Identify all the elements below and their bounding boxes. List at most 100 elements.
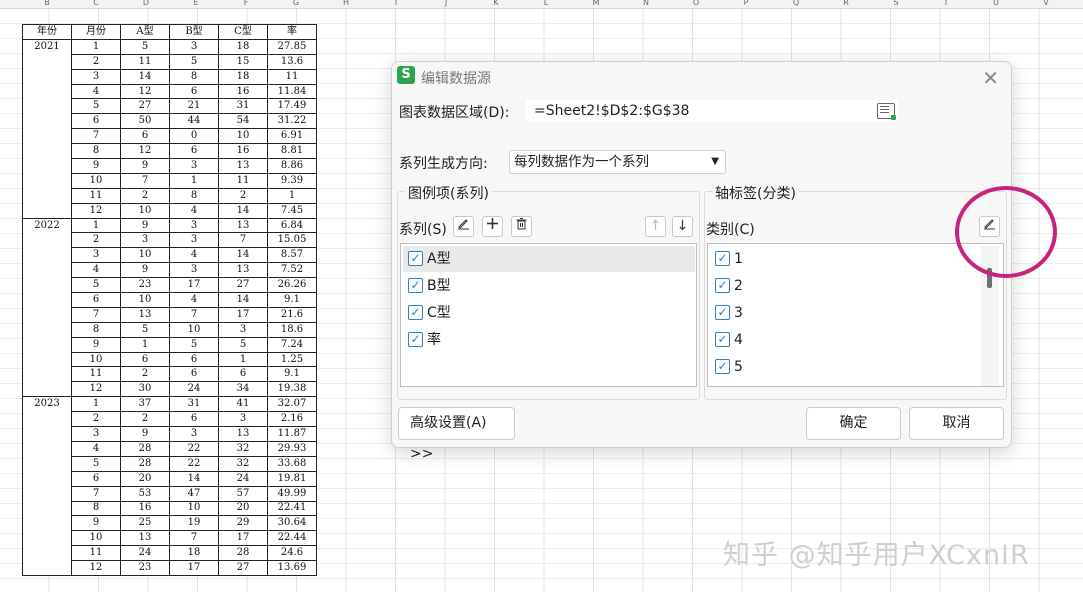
cell-type-b[interactable]: 3 <box>169 38 219 55</box>
cell-type-c[interactable]: 32 <box>218 455 268 472</box>
cell-type-a[interactable]: 12 <box>120 143 170 160</box>
cell-type-c[interactable]: 57 <box>218 485 268 502</box>
cell-type-c[interactable]: 15 <box>218 53 268 70</box>
cell-month[interactable]: 8 <box>71 500 121 517</box>
cell-month[interactable]: 12 <box>71 560 121 576</box>
cell-type-c[interactable]: 13 <box>218 262 268 279</box>
cell-month[interactable]: 11 <box>71 187 121 204</box>
cell-type-c[interactable]: 28 <box>218 545 268 562</box>
cell-type-b[interactable]: 44 <box>169 113 219 130</box>
cell-type-b[interactable]: 3 <box>169 158 219 174</box>
cell-type-b[interactable]: 10 <box>169 321 219 338</box>
cell-type-c[interactable]: 3 <box>218 321 268 338</box>
cell-year[interactable] <box>22 456 72 472</box>
cell-type-b[interactable]: 7 <box>169 306 219 323</box>
cell-month[interactable]: 10 <box>71 172 121 189</box>
cell-rate[interactable]: 15.05 <box>267 232 317 249</box>
checkmark-icon[interactable]: ✓ <box>408 278 423 293</box>
checkmark-icon[interactable]: ✓ <box>715 305 730 320</box>
advanced-settings-button[interactable]: 高级设置(A) >> <box>398 407 515 462</box>
column-letter[interactable]: U <box>993 0 999 7</box>
cell-year[interactable]: 2023 <box>22 396 72 412</box>
cell-type-b[interactable]: 17 <box>169 560 219 576</box>
cell-type-a[interactable]: 28 <box>120 440 170 457</box>
cell-month[interactable]: 9 <box>71 515 121 532</box>
category-list-item[interactable]: ✓ 4 <box>710 327 978 353</box>
cell-type-c[interactable]: 27 <box>218 277 268 294</box>
series-list-item[interactable]: ✓ 率 <box>403 327 695 353</box>
cell-type-a[interactable]: 37 <box>120 396 170 413</box>
cell-rate[interactable]: 49.99 <box>267 485 317 502</box>
cell-type-c[interactable]: 17 <box>218 530 268 547</box>
cell-type-a[interactable]: 24 <box>120 545 170 562</box>
cell-type-b[interactable]: 3 <box>169 232 219 249</box>
cell-rate[interactable]: 11.84 <box>267 83 317 100</box>
cell-year[interactable] <box>22 54 72 70</box>
cell-type-a[interactable]: 10 <box>120 202 170 219</box>
cell-year[interactable] <box>22 128 72 144</box>
cell-year[interactable] <box>22 84 72 99</box>
cell-type-c[interactable]: 31 <box>218 98 268 115</box>
category-list-item[interactable]: ✓ 1 <box>710 246 978 272</box>
cell-month[interactable]: 5 <box>71 455 121 472</box>
series-list-item[interactable]: ✓ C型 <box>403 300 695 326</box>
cell-type-a[interactable]: 9 <box>120 262 170 279</box>
category-listbox[interactable]: ✓ 1 ✓ 2 ✓ 3 ✓ 4 ✓ 5 <box>707 243 1004 387</box>
column-letter[interactable]: C <box>93 0 99 7</box>
column-letter[interactable]: I <box>395 0 397 7</box>
ok-button[interactable]: 确定 <box>806 407 901 440</box>
series-list-item[interactable]: ✓ A型 <box>403 246 695 272</box>
cell-type-b[interactable]: 3 <box>169 262 219 279</box>
move-series-down-button[interactable]: ↓ <box>672 216 693 237</box>
header-month[interactable]: 月份 <box>71 24 121 40</box>
checkmark-icon[interactable]: ✓ <box>408 332 423 347</box>
cell-type-a[interactable]: 9 <box>120 158 170 174</box>
cell-type-c[interactable]: 18 <box>218 68 268 85</box>
cell-type-c[interactable]: 54 <box>218 113 268 130</box>
cell-rate[interactable]: 24.6 <box>267 545 317 562</box>
cell-month[interactable]: 10 <box>71 351 121 368</box>
column-letter[interactable]: K <box>493 0 498 7</box>
header-type-c[interactable]: C型 <box>218 24 268 40</box>
cell-month[interactable]: 1 <box>71 396 121 413</box>
column-letter[interactable]: N <box>643 0 649 7</box>
cell-type-b[interactable]: 8 <box>169 187 219 204</box>
header-type-b[interactable]: B型 <box>169 24 219 40</box>
cell-month[interactable]: 2 <box>71 53 121 70</box>
add-series-button[interactable] <box>482 216 503 237</box>
cell-month[interactable]: 9 <box>71 158 121 174</box>
cell-type-b[interactable]: 3 <box>169 217 219 234</box>
cell-type-a[interactable]: 13 <box>120 306 170 323</box>
cell-year[interactable] <box>22 262 72 278</box>
cell-rate[interactable]: 21.6 <box>267 306 317 323</box>
cell-type-b[interactable]: 4 <box>169 247 219 264</box>
cell-rate[interactable]: 13.69 <box>267 560 317 576</box>
checkmark-icon[interactable]: ✓ <box>715 251 730 266</box>
cell-rate[interactable]: 8.86 <box>267 158 317 174</box>
cell-year[interactable] <box>22 69 72 85</box>
cell-type-c[interactable]: 13 <box>218 158 268 174</box>
cell-rate[interactable]: 33.68 <box>267 455 317 472</box>
cell-type-a[interactable]: 23 <box>120 560 170 576</box>
cell-month[interactable]: 6 <box>71 292 121 308</box>
cell-rate[interactable]: 29.93 <box>267 440 317 457</box>
cell-type-b[interactable]: 22 <box>169 440 219 457</box>
cell-type-a[interactable]: 3 <box>120 232 170 249</box>
category-list-item[interactable]: ✓ 5 <box>710 354 978 380</box>
cell-type-c[interactable]: 10 <box>218 128 268 145</box>
cell-type-a[interactable]: 50 <box>120 113 170 130</box>
checkmark-icon[interactable]: ✓ <box>715 278 730 293</box>
cell-month[interactable]: 5 <box>71 277 121 294</box>
cell-type-b[interactable]: 24 <box>169 381 219 398</box>
cell-rate[interactable]: 7.45 <box>267 202 317 219</box>
cell-type-a[interactable]: 10 <box>120 247 170 264</box>
cell-type-b[interactable]: 1 <box>169 172 219 189</box>
cell-rate[interactable]: 9.1 <box>267 292 317 308</box>
cell-year[interactable] <box>22 515 72 531</box>
close-icon[interactable]: ✕ <box>982 66 999 90</box>
cell-type-b[interactable]: 6 <box>169 143 219 160</box>
category-list-item[interactable]: ✓ 2 <box>710 273 978 299</box>
cell-month[interactable]: 7 <box>71 485 121 502</box>
cell-rate[interactable]: 2.16 <box>267 411 317 428</box>
column-letter[interactable]: J <box>445 0 447 7</box>
